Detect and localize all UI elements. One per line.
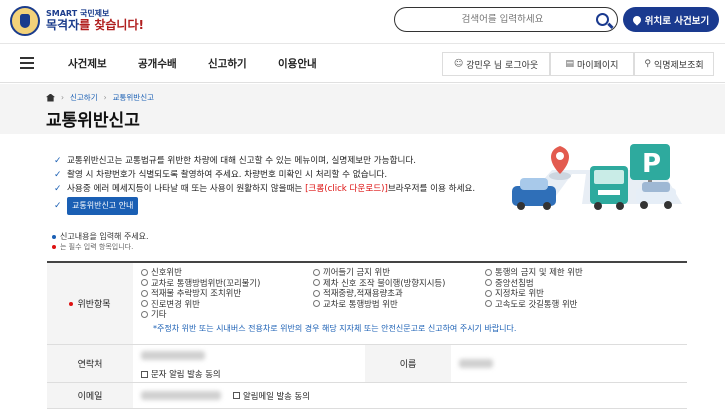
violation-option[interactable]: 교차로 통행방법 위반 xyxy=(313,299,485,310)
email-value[interactable] xyxy=(141,391,221,400)
violation-label: 위반항목 xyxy=(77,300,111,310)
logo-highlight: 목격자 xyxy=(46,17,80,32)
traffic-illustration: P xyxy=(512,144,682,210)
radio-button[interactable] xyxy=(313,268,320,276)
email-agree-checkbox[interactable] xyxy=(233,392,240,399)
violation-option[interactable]: 끼어들기 금지 위반 xyxy=(313,267,485,278)
violation-option[interactable]: 신호위반 xyxy=(141,267,313,278)
notice-item: ✓ 사용중 에러 메세지등이 나타날 때 또는 사용이 원활하지 않을때는 [크롬… xyxy=(54,184,476,194)
check-icon: ✓ xyxy=(54,184,62,194)
required-dot-icon xyxy=(52,245,56,249)
header: SMART 국민제보 목격자를 찾습니다! 위치로 사건보기 xyxy=(0,0,725,44)
radio-button[interactable] xyxy=(141,279,148,287)
svg-text:P: P xyxy=(642,149,661,179)
breadcrumb: › 신고하기 › 교통위반신고 xyxy=(46,92,154,103)
violation-row: 위반항목 신호위반 끼어들기 금지 위반 통행의 금지 및 제한 위반교차로 통행방… xyxy=(47,263,687,345)
police-emblem-icon xyxy=(10,6,40,36)
sms-agree-label: 문자 알림 발송 동의 xyxy=(151,369,221,379)
user-icon: ☺ xyxy=(453,59,464,69)
radio-button[interactable] xyxy=(313,279,320,287)
radio-button[interactable] xyxy=(141,268,148,276)
check-icon: ✓ xyxy=(54,156,62,166)
radio-button[interactable] xyxy=(141,289,148,297)
radio-button[interactable] xyxy=(313,300,320,308)
radio-button[interactable] xyxy=(485,279,492,287)
required-notes: 신고내용을 입력해 주세요. 는 필수 입력 항목입니다. xyxy=(52,232,149,252)
document-icon: ▤ xyxy=(565,59,575,69)
search-box xyxy=(394,7,618,32)
anonymous-lookup-button[interactable]: ⚲ 익명제보조회 xyxy=(634,52,714,76)
report-form: 위반항목 신호위반 끼어들기 금지 위반 통행의 금지 및 제한 위반교차로 통행방… xyxy=(47,261,687,409)
violation-option[interactable]: 기타 xyxy=(141,309,313,320)
radio-button[interactable] xyxy=(313,289,320,297)
violation-option[interactable]: 진로변경 위반 xyxy=(141,299,313,310)
email-label: 이메일 xyxy=(47,383,133,408)
violation-option[interactable]: 제차 신호 조작 불이행(방향지시등) xyxy=(313,278,485,289)
search-icon[interactable] xyxy=(596,13,609,26)
search-input[interactable] xyxy=(409,14,596,25)
notice-list: ✓ 교통위반신고는 교통법규를 위반한 차량에 대해 신고할 수 있는 메뉴이며,… xyxy=(54,154,475,215)
nav-item-guide[interactable]: 이용안내 xyxy=(278,56,317,71)
violation-options: 신호위반 끼어들기 금지 위반 통행의 금지 및 제한 위반교차로 통행방법위반(꼬… xyxy=(141,267,679,320)
radio-button[interactable] xyxy=(485,268,492,276)
chrome-download-link[interactable]: [크롬(click 다운로드)] xyxy=(305,184,388,194)
contact-label: 연락처 xyxy=(47,345,133,382)
check-icon: ✓ xyxy=(54,200,62,211)
email-row: 이메일 알림메일 발송 동의 xyxy=(47,383,687,409)
search-small-icon: ⚲ xyxy=(644,59,651,69)
nav-item-report[interactable]: 사건제보 xyxy=(68,56,107,71)
notice-item: ✓ 교통위반신고 안내 xyxy=(54,196,475,215)
notice-item: ✓ 교통위반신고는 교통법규를 위반한 차량에 대해 신고할 수 있는 메뉴이며,… xyxy=(54,156,417,166)
radio-button[interactable] xyxy=(141,300,148,308)
radio-button[interactable] xyxy=(141,310,148,318)
logo-rest: 를 찾습니다! xyxy=(79,17,144,32)
name-value[interactable] xyxy=(459,359,493,368)
page-title: 교통위반신고 xyxy=(46,111,140,131)
violation-note: *주정차 위반 또는 시내버스 전용차로 위반의 경우 해당 지자체 또는 안전… xyxy=(153,323,517,333)
name-label: 이름 xyxy=(365,345,451,382)
violation-option[interactable]: 고속도로 갓길통행 위반 xyxy=(485,299,655,310)
violation-option[interactable]: 적재물 추락방지 조치위반 xyxy=(141,288,313,299)
hamburger-menu-icon[interactable] xyxy=(20,57,34,69)
mypage-button[interactable]: ▤ 마이페이지 xyxy=(550,52,634,76)
radio-button[interactable] xyxy=(485,300,492,308)
violation-option[interactable]: 중앙선침범 xyxy=(485,278,655,289)
logout-button[interactable]: ☺ 강민우 님 로그아웃 xyxy=(442,52,550,76)
main-nav: 사건제보 공개수배 신고하기 이용안내 ☺ 강민우 님 로그아웃 ▤ 마이페이지… xyxy=(0,45,725,83)
nav-item-wanted[interactable]: 공개수배 xyxy=(138,56,177,71)
violation-option[interactable]: 적재중량,적재용량초과 xyxy=(313,288,485,299)
nav-item-declare[interactable]: 신고하기 xyxy=(208,56,247,71)
bullet-icon xyxy=(52,234,56,239)
traffic-guide-button[interactable]: 교통위반신고 안내 xyxy=(67,197,139,215)
contact-row: 연락처 문자 알림 발송 동의 이름 xyxy=(47,345,687,383)
location-view-button[interactable]: 위치로 사건보기 xyxy=(623,7,719,32)
violation-option[interactable]: 교차로 통행방법위반(꼬리물기) xyxy=(141,278,313,289)
email-agree-label: 알림메일 발송 동의 xyxy=(243,390,310,401)
required-dot-icon xyxy=(69,301,74,306)
site-logo[interactable]: SMART 국민제보 목격자를 찾습니다! xyxy=(10,6,144,36)
title-area: › 신고하기 › 교통위반신고 교통위반신고 xyxy=(0,84,725,134)
breadcrumb-item[interactable]: 신고하기 xyxy=(70,92,98,103)
sms-agree-checkbox[interactable] xyxy=(141,371,148,378)
violation-option[interactable]: 통행의 금지 및 제한 위반 xyxy=(485,267,655,278)
notice-item: ✓ 촬영 시 차량번호가 식별되도록 촬영하여 주세요. 차량번호 미확인 시 처… xyxy=(54,170,388,180)
contact-value[interactable] xyxy=(141,351,205,360)
radio-button[interactable] xyxy=(485,289,492,297)
home-icon[interactable] xyxy=(46,93,55,102)
location-pin-icon xyxy=(631,13,643,26)
violation-option[interactable]: 지정차로 위반 xyxy=(485,288,655,299)
check-icon: ✓ xyxy=(54,170,62,180)
breadcrumb-item[interactable]: 교통위반신고 xyxy=(113,92,154,103)
